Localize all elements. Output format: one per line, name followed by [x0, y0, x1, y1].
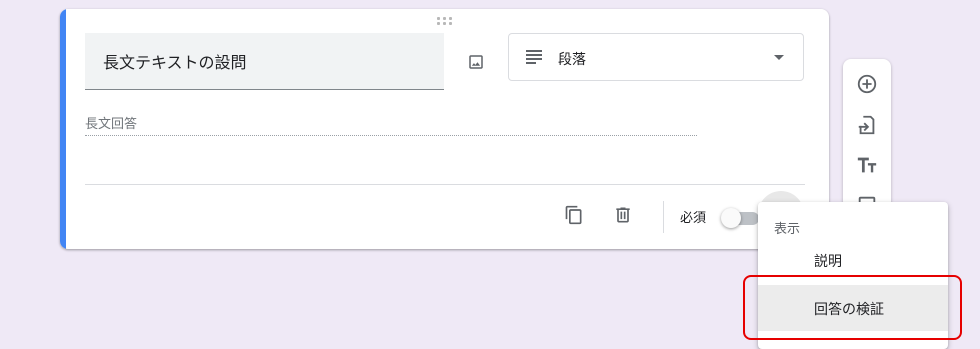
question-type-dropdown[interactable]: 段落: [508, 33, 804, 81]
menu-item-label: 説明: [814, 254, 842, 270]
add-title-button[interactable]: [851, 149, 883, 181]
add-image-button[interactable]: [460, 46, 492, 78]
footer-vertical-divider: [663, 201, 664, 233]
menu-item-description[interactable]: 説明: [758, 237, 948, 283]
import-questions-button[interactable]: [851, 109, 883, 141]
toggle-knob: [721, 208, 741, 228]
trash-icon: [616, 207, 630, 223]
menu-section-header: 表示: [774, 222, 801, 237]
image-icon: [469, 55, 483, 69]
question-title-field[interactable]: [85, 33, 444, 90]
question-card[interactable]: 段落 長文回答 必須: [60, 9, 829, 249]
question-title-input[interactable]: [101, 50, 435, 71]
copy-icon: [565, 205, 582, 225]
add-question-icon: [857, 74, 877, 94]
options-menu: 表示 説明 回答の検証: [758, 202, 948, 349]
add-question-button[interactable]: [851, 68, 883, 100]
delete-button[interactable]: [607, 199, 639, 231]
duplicate-button[interactable]: [558, 199, 590, 231]
answer-underline: [85, 135, 697, 136]
chevron-down-icon: [774, 55, 784, 60]
import-questions-icon: [858, 115, 875, 135]
floating-toolbar: [843, 59, 891, 214]
menu-item-label: 回答の検証: [814, 302, 884, 318]
menu-item-response-validation[interactable]: 回答の検証: [758, 285, 948, 331]
add-title-icon: [857, 157, 877, 173]
question-type-label: 段落: [558, 52, 586, 68]
required-label: 必須: [680, 211, 707, 226]
required-toggle[interactable]: [721, 208, 761, 228]
paragraph-icon: [526, 50, 542, 64]
active-card-accent-bar: [60, 9, 66, 249]
footer-divider: [85, 184, 805, 185]
long-answer-placeholder: 長文回答: [85, 117, 138, 132]
drag-handle-icon[interactable]: [437, 17, 453, 25]
